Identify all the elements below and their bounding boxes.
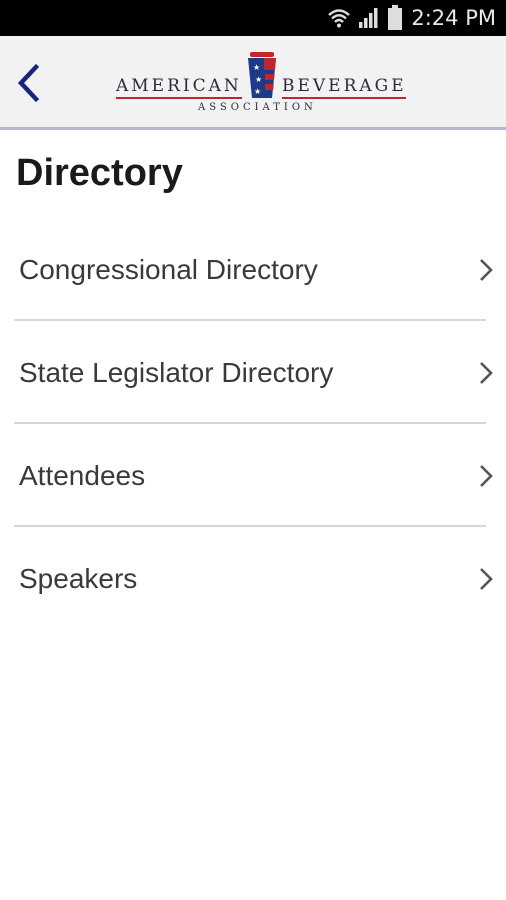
svg-text:★: ★ [253, 63, 260, 72]
list-item-congressional-directory[interactable]: Congressional Directory [0, 218, 506, 321]
logo-word-right: BEVERAGE [282, 76, 407, 96]
list-item-attendees[interactable]: Attendees [0, 424, 506, 527]
list-item-label: Speakers [19, 562, 138, 594]
list-item-state-legislator-directory[interactable]: State Legislator Directory [0, 321, 506, 424]
chevron-right-icon [480, 567, 493, 590]
list-item-label: Congressional Directory [19, 253, 318, 285]
list-item-speakers[interactable]: Speakers [0, 527, 506, 630]
american-beverage-association-logo: AMERICAN ★ ★ ★ BEVERAGE ASSOCIATION [112, 50, 412, 118]
logo-rule-left [116, 97, 242, 99]
list-item-label: State Legislator Directory [19, 356, 334, 388]
cup-logo-icon: ★ ★ ★ [248, 52, 276, 98]
back-button[interactable] [6, 56, 50, 110]
directory-list: Congressional Directory State Legislator… [0, 218, 506, 630]
signal-icon [359, 8, 378, 28]
app-header: AMERICAN ★ ★ ★ BEVERAGE ASSOCIATION [0, 36, 506, 130]
status-bar: 2:24 PM [0, 0, 506, 36]
logo-subtitle: ASSOCIATION [198, 102, 317, 113]
status-time: 2:24 PM [411, 6, 496, 30]
chevron-left-icon [17, 63, 40, 103]
logo-word-left: AMERICAN [116, 76, 242, 96]
chevron-right-icon [480, 361, 493, 384]
svg-text:★: ★ [255, 75, 262, 84]
svg-text:★: ★ [254, 87, 261, 96]
battery-icon [388, 5, 403, 30]
chevron-right-icon [480, 464, 493, 487]
wifi-icon [328, 9, 351, 28]
logo-rule-right [282, 97, 406, 99]
status-icons [327, 5, 403, 31]
page-title: Directory [16, 152, 183, 194]
chevron-right-icon [480, 258, 493, 281]
list-item-label: Attendees [19, 459, 146, 491]
